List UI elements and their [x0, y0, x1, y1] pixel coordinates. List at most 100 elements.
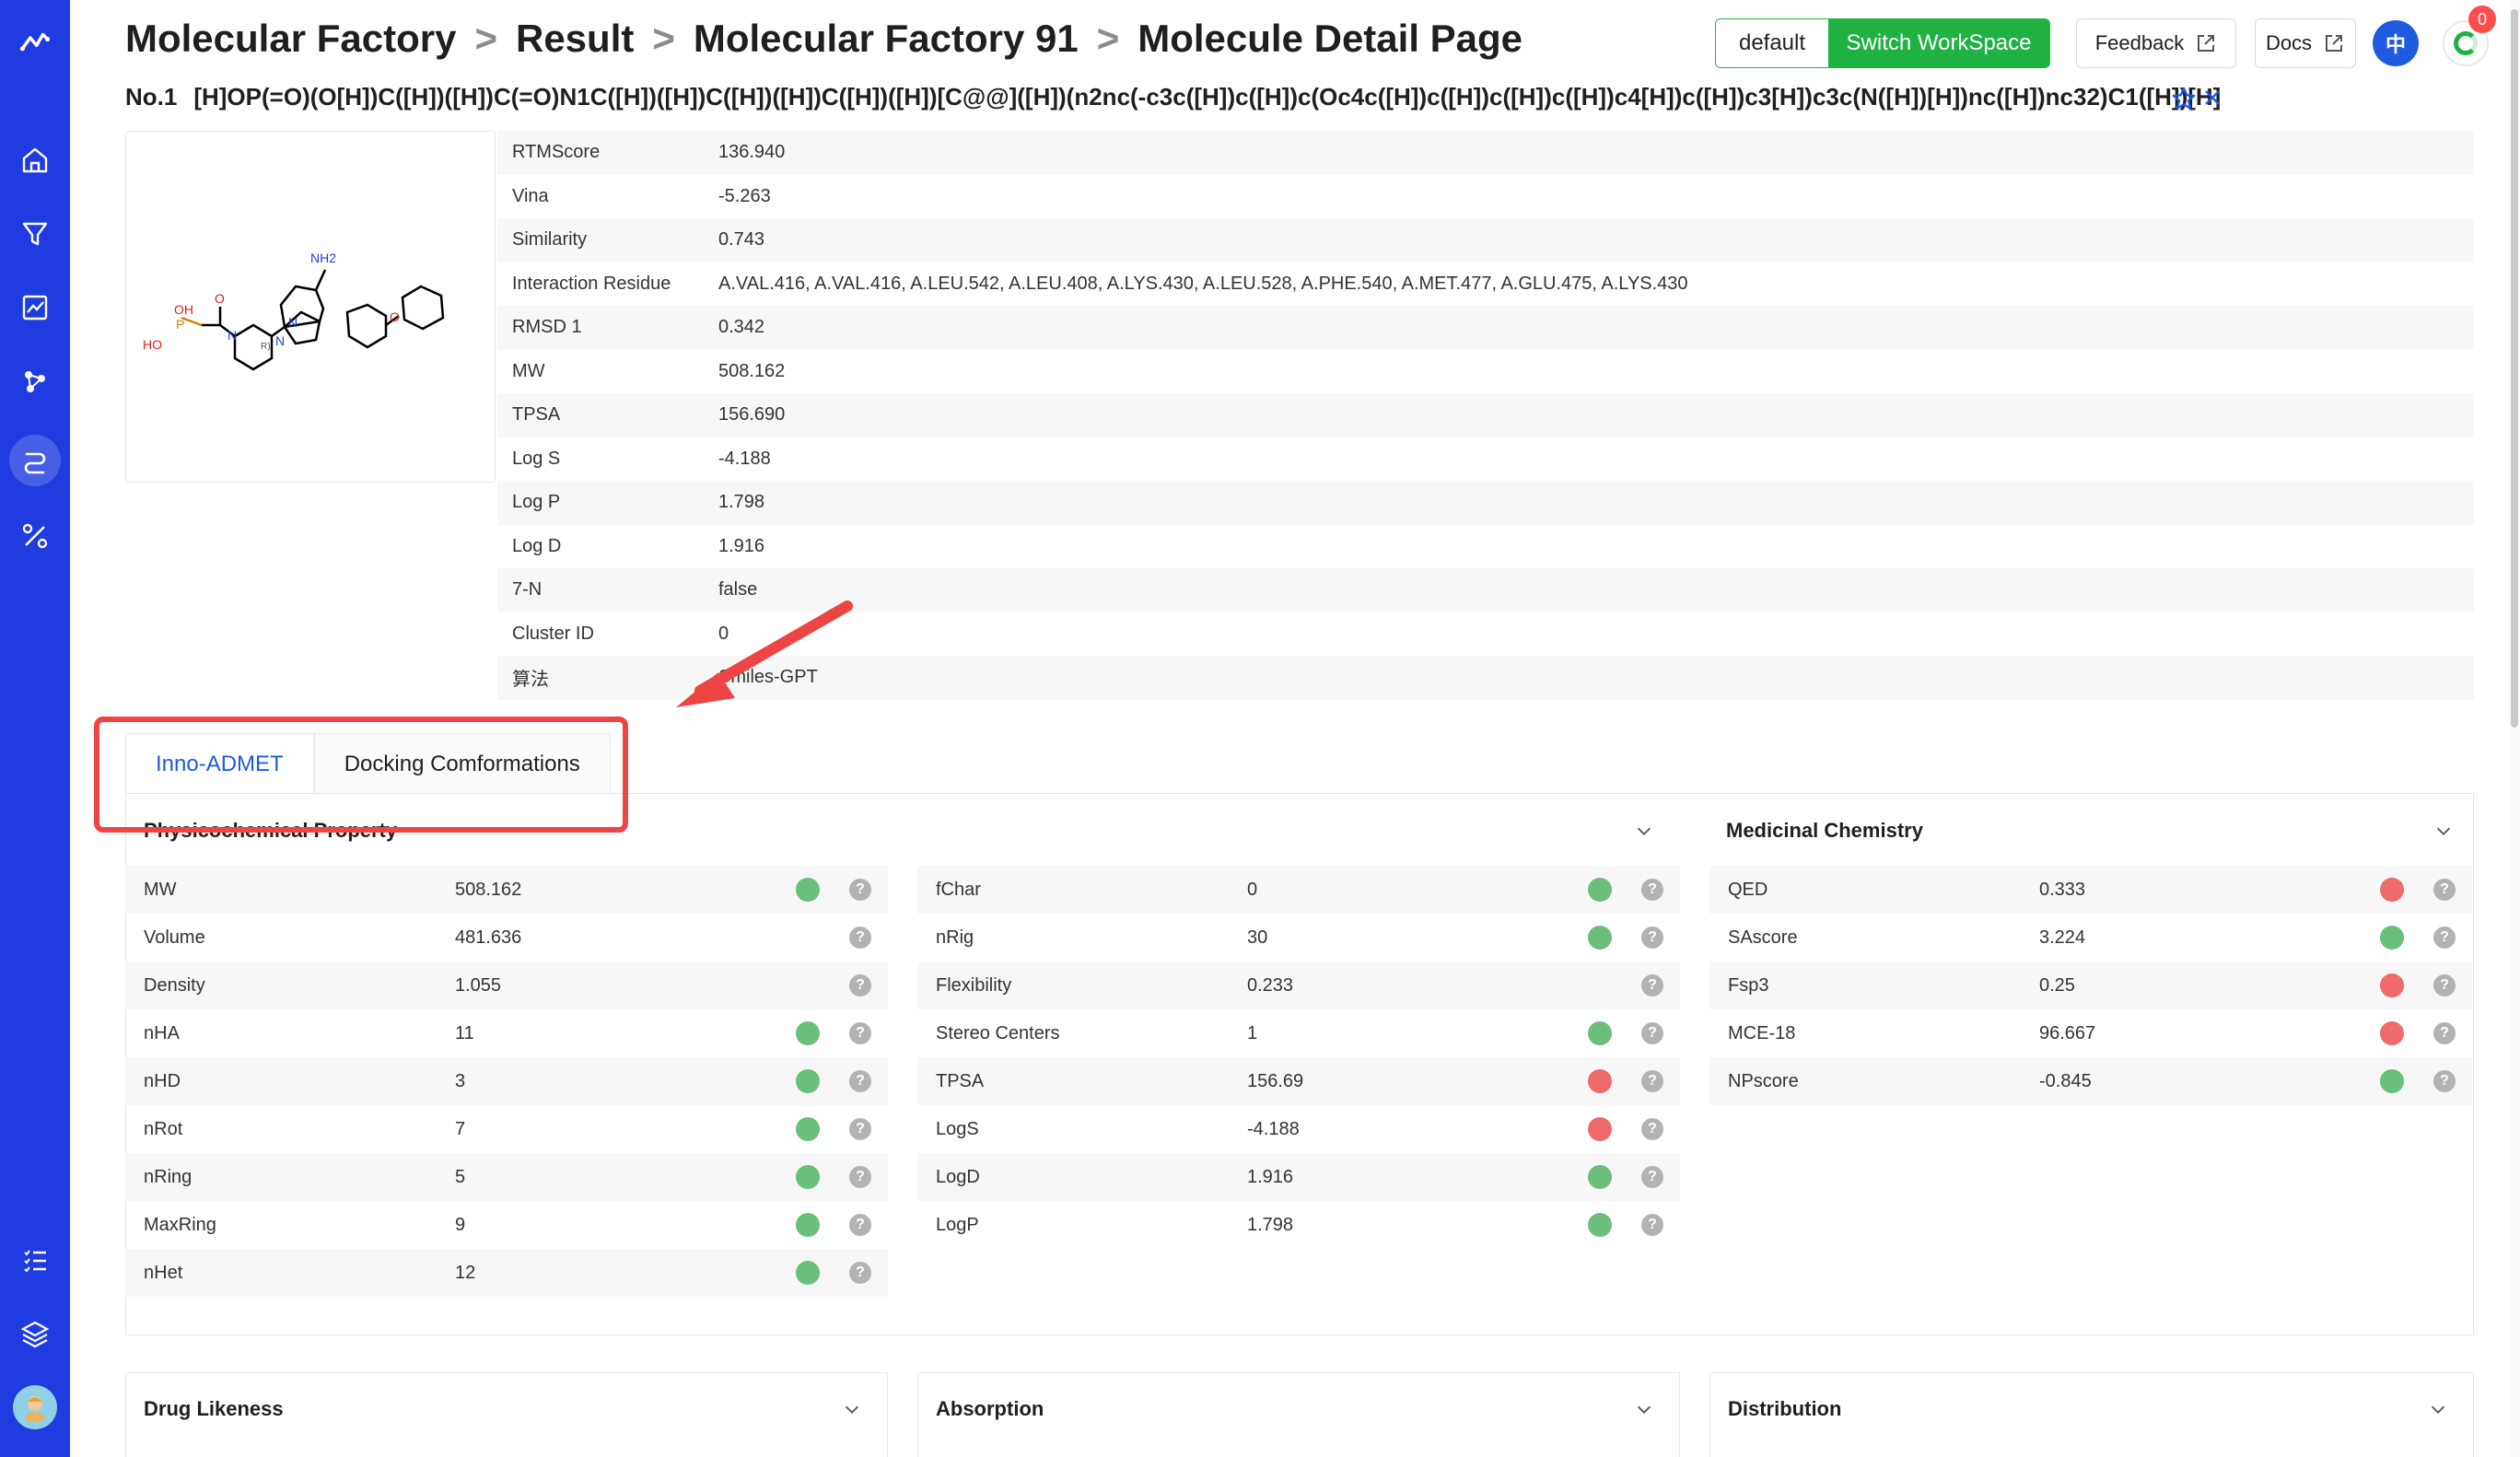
admet-row: MaxRing 9? — [125, 1201, 888, 1249]
help-icon[interactable]: ? — [2433, 974, 2456, 997]
home-icon[interactable] — [0, 133, 70, 188]
property-row: Similarity 0.743 — [497, 218, 2474, 262]
admet-label: Stereo Centers — [936, 1022, 1060, 1043]
user-avatar[interactable] — [13, 1385, 57, 1429]
ether-o-label: O — [390, 309, 400, 324]
help-icon[interactable]: ? — [849, 879, 871, 901]
help-icon[interactable]: ? — [849, 1118, 871, 1140]
physchem-column-1: MW 508.162? Volume 481.636? Density 1.055? nHA… — [125, 866, 888, 1297]
help-icon[interactable]: ? — [1641, 927, 1663, 949]
language-toggle-button[interactable]: 中 — [2373, 20, 2419, 66]
page-scrollbar-thumb[interactable] — [2511, 9, 2518, 728]
help-icon[interactable]: ? — [849, 1214, 871, 1236]
admet-value: 9 — [455, 1214, 466, 1235]
admet-value: 96.667 — [2039, 1022, 2096, 1043]
help-icon[interactable]: ? — [2433, 1022, 2456, 1044]
piperidine-n-label: N — [228, 328, 237, 343]
feedback-button[interactable]: Feedback — [2076, 18, 2236, 68]
medchem-section-title: Medicinal Chemistry — [1726, 819, 1923, 842]
status-warn-dot — [2380, 973, 2404, 997]
help-icon[interactable]: ? — [849, 927, 871, 949]
docs-button[interactable]: Docs — [2255, 18, 2356, 68]
help-icon[interactable]: ? — [1641, 974, 1663, 997]
workspace-default-label[interactable]: default — [1716, 19, 1828, 67]
workflow-icon[interactable] — [0, 433, 70, 488]
admet-row: TPSA 156.69? — [917, 1057, 1680, 1105]
medchem-column: QED 0.333? SAscore 3.224? Fsp3 0.25? MCE-18 96.… — [1709, 866, 2472, 1105]
property-label: Vina — [512, 185, 549, 206]
drug-likeness-title: Drug Likeness — [144, 1397, 284, 1420]
property-row: RTMScore 136.940 — [497, 131, 2474, 175]
status-ok-dot — [2380, 1069, 2404, 1093]
admet-value: 5 — [455, 1166, 466, 1187]
chevron-down-icon — [2436, 827, 2451, 835]
admet-row: SAscore 3.224? — [1709, 914, 2472, 962]
admet-value: 0.233 — [1247, 974, 1294, 996]
absorption-title: Absorption — [936, 1397, 1044, 1420]
admet-label: nHD — [144, 1070, 181, 1091]
layers-icon[interactable] — [0, 1306, 70, 1361]
admet-row: Fsp3 0.25? — [1709, 962, 2472, 1009]
property-row: TPSA 156.690 — [497, 393, 2474, 437]
switch-workspace-button[interactable]: Switch WorkSpace — [1828, 19, 2049, 67]
help-icon[interactable]: ? — [1641, 1118, 1663, 1140]
filter-icon[interactable] — [0, 206, 70, 262]
app-logo-icon[interactable] — [0, 15, 70, 70]
chart-icon[interactable] — [0, 280, 70, 335]
help-icon[interactable]: ? — [1641, 1214, 1663, 1236]
admet-label: Density — [144, 974, 205, 996]
admet-label: MCE-18 — [1728, 1022, 1796, 1043]
admet-label: NPscore — [1728, 1070, 1799, 1091]
breadcrumb-separator: > — [652, 17, 675, 60]
admet-row: QED 0.333? — [1709, 866, 2472, 914]
status-ok-dot — [796, 1117, 820, 1141]
distribution-header[interactable]: Distribution — [1728, 1383, 2448, 1435]
help-icon[interactable]: ? — [849, 1166, 871, 1188]
breadcrumb-item-detail: Molecule Detail Page — [1138, 17, 1523, 60]
admet-row: LogP 1.798? — [917, 1201, 1680, 1249]
property-row: RMSD 1 0.342 — [497, 306, 2474, 350]
breadcrumb-item-result[interactable]: Result — [516, 17, 634, 61]
help-icon[interactable]: ? — [1641, 879, 1663, 901]
molecule-icon[interactable] — [0, 354, 70, 409]
help-icon[interactable]: ? — [849, 974, 871, 997]
admet-value: 12 — [455, 1262, 476, 1283]
help-icon[interactable]: ? — [849, 1070, 871, 1092]
star-icon[interactable] — [2170, 85, 2198, 112]
drug-likeness-header[interactable]: Drug Likeness — [144, 1383, 862, 1435]
admet-value: 30 — [1247, 927, 1268, 948]
help-icon[interactable]: ? — [1641, 1022, 1663, 1044]
admet-value: 0.333 — [2039, 879, 2086, 900]
help-icon[interactable]: ? — [2433, 879, 2456, 901]
status-ok-dot — [1588, 1213, 1612, 1237]
breadcrumb-item-molecular-factory[interactable]: Molecular Factory — [125, 17, 456, 61]
admet-label: MW — [144, 879, 177, 900]
pyrazole-n-label: N — [275, 333, 285, 348]
admet-label: MaxRing — [144, 1214, 216, 1235]
property-value: -4.188 — [718, 448, 771, 469]
help-icon[interactable]: ? — [1641, 1166, 1663, 1188]
help-icon[interactable]: ? — [2433, 927, 2456, 949]
admet-value: 1.055 — [455, 974, 502, 996]
help-icon[interactable]: ? — [2433, 1070, 2456, 1092]
breadcrumb-item-factory[interactable]: Molecular Factory 91 — [694, 17, 1079, 61]
help-icon[interactable]: ? — [849, 1262, 871, 1284]
property-row: Vina -5.263 — [497, 175, 2474, 219]
admet-row: Flexibility 0.233? — [917, 962, 1680, 1009]
admet-label: LogP — [936, 1214, 979, 1235]
admet-value: 508.162 — [455, 879, 522, 900]
status-ok-dot — [796, 1069, 820, 1093]
close-icon[interactable] — [2199, 85, 2225, 111]
medchem-section-header[interactable]: Medicinal Chemistry — [1726, 805, 2454, 857]
absorption-header[interactable]: Absorption — [936, 1383, 1654, 1435]
task-list-icon[interactable] — [0, 1232, 70, 1288]
help-icon[interactable]: ? — [1641, 1070, 1663, 1092]
admet-value: 3 — [455, 1070, 466, 1091]
help-icon[interactable]: ? — [849, 1022, 871, 1044]
status-ok-dot — [796, 1165, 820, 1189]
nh2-label: NH2 — [310, 251, 336, 265]
admet-value: 1 — [1247, 1022, 1258, 1043]
external-link-icon — [2198, 35, 2215, 52]
tools-icon[interactable] — [0, 508, 70, 564]
admet-row: nHet 12? — [125, 1249, 888, 1297]
